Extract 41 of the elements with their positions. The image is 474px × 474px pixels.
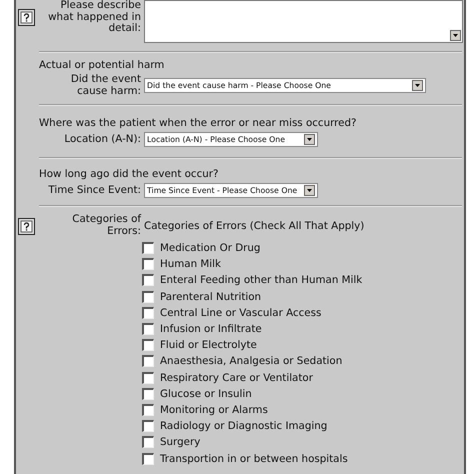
checkbox[interactable] <box>142 306 154 319</box>
checkbox-label: Parenteral Nutrition <box>160 290 262 303</box>
checkbox[interactable] <box>142 258 154 270</box>
checkbox[interactable] <box>142 404 154 416</box>
checkbox-label: Fluid or Electrolyte <box>160 339 257 352</box>
checkbox[interactable] <box>142 242 154 254</box>
section-heading: Actual or potential harm <box>39 59 166 71</box>
checkbox[interactable] <box>142 436 154 448</box>
description-field[interactable] <box>144 0 463 43</box>
checkbox[interactable] <box>142 355 154 368</box>
checkbox-label: Central Line or Vascular Access <box>160 306 322 319</box>
checkbox-label: Transportion in or between hospitals <box>160 452 348 465</box>
checkbox[interactable] <box>142 420 154 432</box>
field-label: Categories of Errors: <box>71 214 142 238</box>
field-label: Please describe what happened in detail: <box>47 0 142 36</box>
checkbox-label: Radiology or Diagnostic Imaging <box>160 420 328 432</box>
section-heading: Where was the patient when the error or near miss occurred? <box>39 117 358 129</box>
checkbox-label: Human Milk <box>160 258 221 270</box>
checkbox[interactable] <box>142 290 154 303</box>
checkbox-label: Respiratory Care or Ventilator <box>160 372 313 384</box>
field-label: Did the event cause harm: <box>70 74 142 97</box>
help-icon[interactable] <box>18 9 35 26</box>
checkbox-label: Infusion or Infiltrate <box>160 323 262 336</box>
section-heading: How long ago did the event occur? <box>39 168 220 180</box>
checkbox-label: Glucose or Insulin <box>160 388 252 400</box>
checkbox-label: Medication Or Drug <box>160 242 260 254</box>
field-label: Time Since Event: <box>47 184 142 196</box>
checkbox-label: Surgery <box>160 436 200 448</box>
scroll-down-icon[interactable] <box>450 30 461 41</box>
checkbox[interactable] <box>142 388 154 400</box>
checkbox[interactable] <box>142 274 154 286</box>
checkbox[interactable] <box>142 452 154 465</box>
checkbox-label: Enteral Feeding other than Human Milk <box>160 274 362 286</box>
checkbox-label: Monitoring or Alarms <box>160 404 268 416</box>
checkbox[interactable] <box>142 339 154 352</box>
field-label: Location (A-N): <box>63 134 142 146</box>
checkbox[interactable] <box>142 372 154 384</box>
checkbox[interactable] <box>142 323 154 336</box>
checkbox-label: Anaesthesia, Analgesia or Sedation <box>160 355 342 368</box>
section-heading: Categories of Errors (Check All That Apply) <box>144 220 364 234</box>
help-icon[interactable] <box>18 218 35 235</box>
